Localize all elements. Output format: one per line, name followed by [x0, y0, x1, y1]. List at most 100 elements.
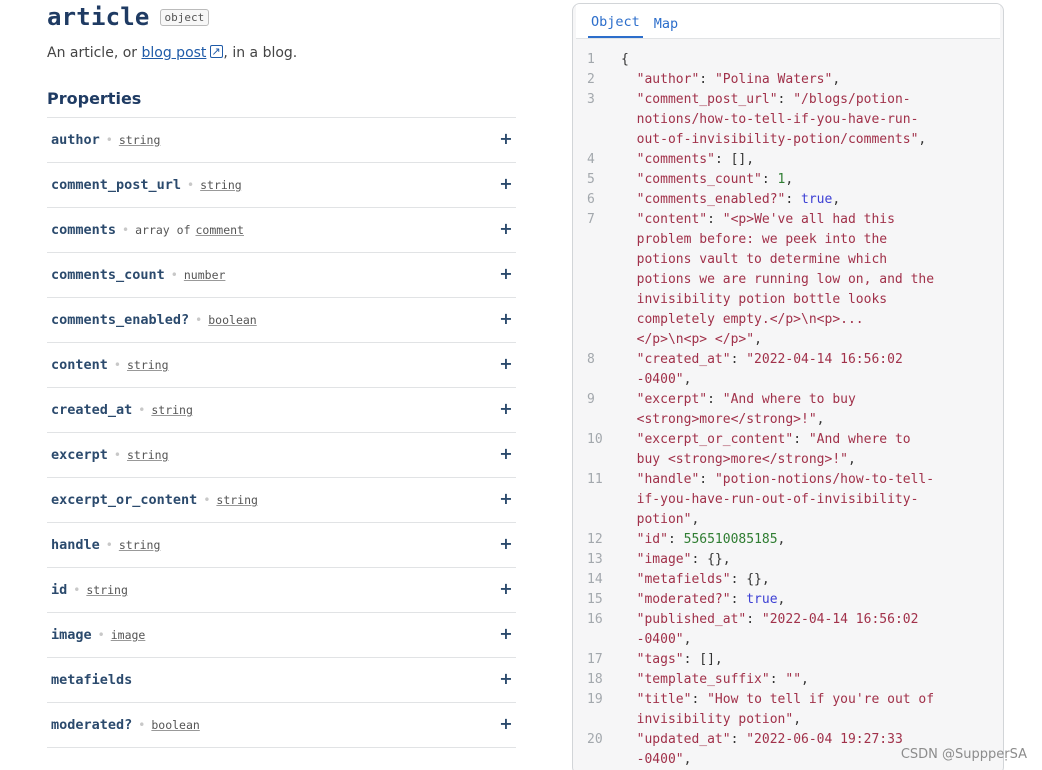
property-type-link[interactable]: boolean [151, 718, 199, 732]
expand-plus-icon[interactable]: + [496, 579, 516, 599]
expand-plus-icon[interactable]: + [496, 219, 516, 239]
property-type-link[interactable]: comment [196, 223, 244, 237]
line-number: 9 [587, 392, 595, 407]
line-number: 19 [587, 692, 603, 707]
property-name: created_at [51, 402, 133, 418]
code-line: problem before: we peek into the [573, 230, 1003, 250]
external-link-icon[interactable] [210, 42, 224, 62]
code-token: "metafields" [636, 572, 731, 587]
expand-plus-icon[interactable]: + [496, 354, 516, 374]
code-token: : [730, 352, 747, 367]
tab-map[interactable]: Map [651, 16, 681, 38]
property-row[interactable]: metafields + [47, 658, 516, 703]
code-token: , [683, 372, 692, 387]
code-text: "template_suffix": "", [621, 670, 809, 690]
code-token: "author" [636, 72, 700, 87]
separator-dot: • [105, 133, 113, 147]
property-row[interactable]: handle • string + [47, 523, 516, 568]
expand-plus-icon[interactable]: + [496, 399, 516, 419]
expand-plus-icon[interactable]: + [496, 489, 516, 509]
property-row[interactable]: created_at • string + [47, 388, 516, 433]
property-row[interactable]: id • string + [47, 568, 516, 613]
code-token: 556510085185 [683, 532, 778, 547]
code-token: , [683, 752, 692, 767]
property-row[interactable]: excerpt_or_content • string + [47, 478, 516, 523]
separator-dot: • [195, 313, 203, 327]
property-row[interactable]: comments • array of comment + [47, 208, 516, 253]
separator-dot: • [122, 223, 130, 237]
code-token: "image" [636, 552, 692, 567]
code-token: notions/how-to-tell-if-you-have-run- [621, 112, 919, 127]
expand-plus-icon[interactable]: + [496, 309, 516, 329]
line-number: 10 [587, 432, 603, 447]
property-type-link[interactable]: string [119, 538, 161, 552]
property-type-link[interactable]: string [216, 493, 258, 507]
code-text: "moderated?": true, [621, 590, 786, 610]
separator-dot: • [113, 448, 121, 462]
property-row[interactable]: moderated? • boolean + [47, 703, 516, 748]
property-type-link[interactable]: number [184, 268, 226, 282]
code-token: : [769, 672, 786, 687]
property-type-link[interactable]: image [111, 628, 146, 642]
property-name: comment_post_url [51, 177, 182, 193]
property-type-link[interactable]: string [200, 178, 242, 192]
code-line: 15 "moderated?": true, [573, 590, 1003, 610]
code-line: buy <strong>more</strong>!", [573, 450, 1003, 470]
property-name: content [51, 357, 108, 373]
description: An article, or blog post , in a blog. [47, 42, 517, 63]
code-text: "id": 556510085185, [621, 530, 786, 550]
property-row[interactable]: content • string + [47, 343, 516, 388]
expand-plus-icon[interactable]: + [496, 129, 516, 149]
expand-plus-icon[interactable]: + [496, 714, 516, 734]
expand-plus-icon[interactable]: + [496, 174, 516, 194]
code-token: : [707, 212, 723, 227]
code-line: 13 "image": {}, [573, 550, 1003, 570]
property-row[interactable]: author • string + [47, 118, 516, 163]
expand-plus-icon[interactable]: + [496, 624, 516, 644]
property-row[interactable]: comments_enabled? • boolean + [47, 298, 516, 343]
code-text: invisibility potion bottle looks [621, 290, 887, 310]
tab-object[interactable]: Object [588, 14, 643, 38]
code-line: notions/how-to-tell-if-you-have-run- [573, 110, 1003, 130]
code-line: 8 "created_at": "2022-04-14 16:56:02 [573, 350, 1003, 370]
property-type-link[interactable]: string [127, 358, 169, 372]
property-type-link[interactable]: string [127, 448, 169, 462]
property-row[interactable]: comments_count • number + [47, 253, 516, 298]
code-text: buy <strong>more</strong>!", [621, 450, 856, 470]
code-token: if-you-have-run-out-of-invisibility- [621, 492, 919, 507]
code-text: "handle": "potion-notions/how-to-tell- [621, 470, 934, 490]
code-token: : [730, 592, 747, 607]
code-token: potion" [621, 512, 692, 527]
line-number: 3 [587, 92, 595, 107]
watermark: CSDN @SupppeṛSA [900, 747, 1027, 762]
expand-plus-icon[interactable]: + [496, 534, 516, 554]
code-line: 12 "id": 556510085185, [573, 530, 1003, 550]
code-token: , [777, 532, 786, 547]
property-type-link[interactable]: string [119, 133, 161, 147]
property-row[interactable]: comment_post_url • string + [47, 163, 516, 208]
expand-plus-icon[interactable]: + [496, 669, 516, 689]
property-name: comments_enabled? [51, 312, 190, 328]
code-line: </p>\n<p> </p>", [573, 330, 1003, 350]
blog-post-link[interactable]: blog post [142, 45, 207, 61]
expand-plus-icon[interactable]: + [496, 444, 516, 464]
code-text: "author": "Polina Waters", [621, 70, 841, 90]
property-type-link[interactable]: string [86, 583, 128, 597]
code-token: true [801, 192, 833, 207]
property-type-link[interactable]: string [151, 403, 193, 417]
property-type-link[interactable]: boolean [208, 313, 256, 327]
code-block: 1{2 "author": "Polina Waters", 3 "comment… [573, 50, 1003, 770]
line-number: 20 [587, 732, 603, 747]
code-text: </p>\n<p> </p>", [621, 330, 762, 350]
expand-plus-icon[interactable]: + [496, 264, 516, 284]
code-text: "tags": [], [621, 650, 723, 670]
code-token: "tags" [636, 652, 684, 667]
line-number: 11 [587, 472, 603, 487]
code-token: "comments" [636, 152, 715, 167]
property-row[interactable]: excerpt • string + [47, 433, 516, 478]
code-line: 4 "comments": [], [573, 150, 1003, 170]
property-row[interactable]: image • image + [47, 613, 516, 658]
code-token: potions we are running low on, and the [621, 272, 935, 287]
